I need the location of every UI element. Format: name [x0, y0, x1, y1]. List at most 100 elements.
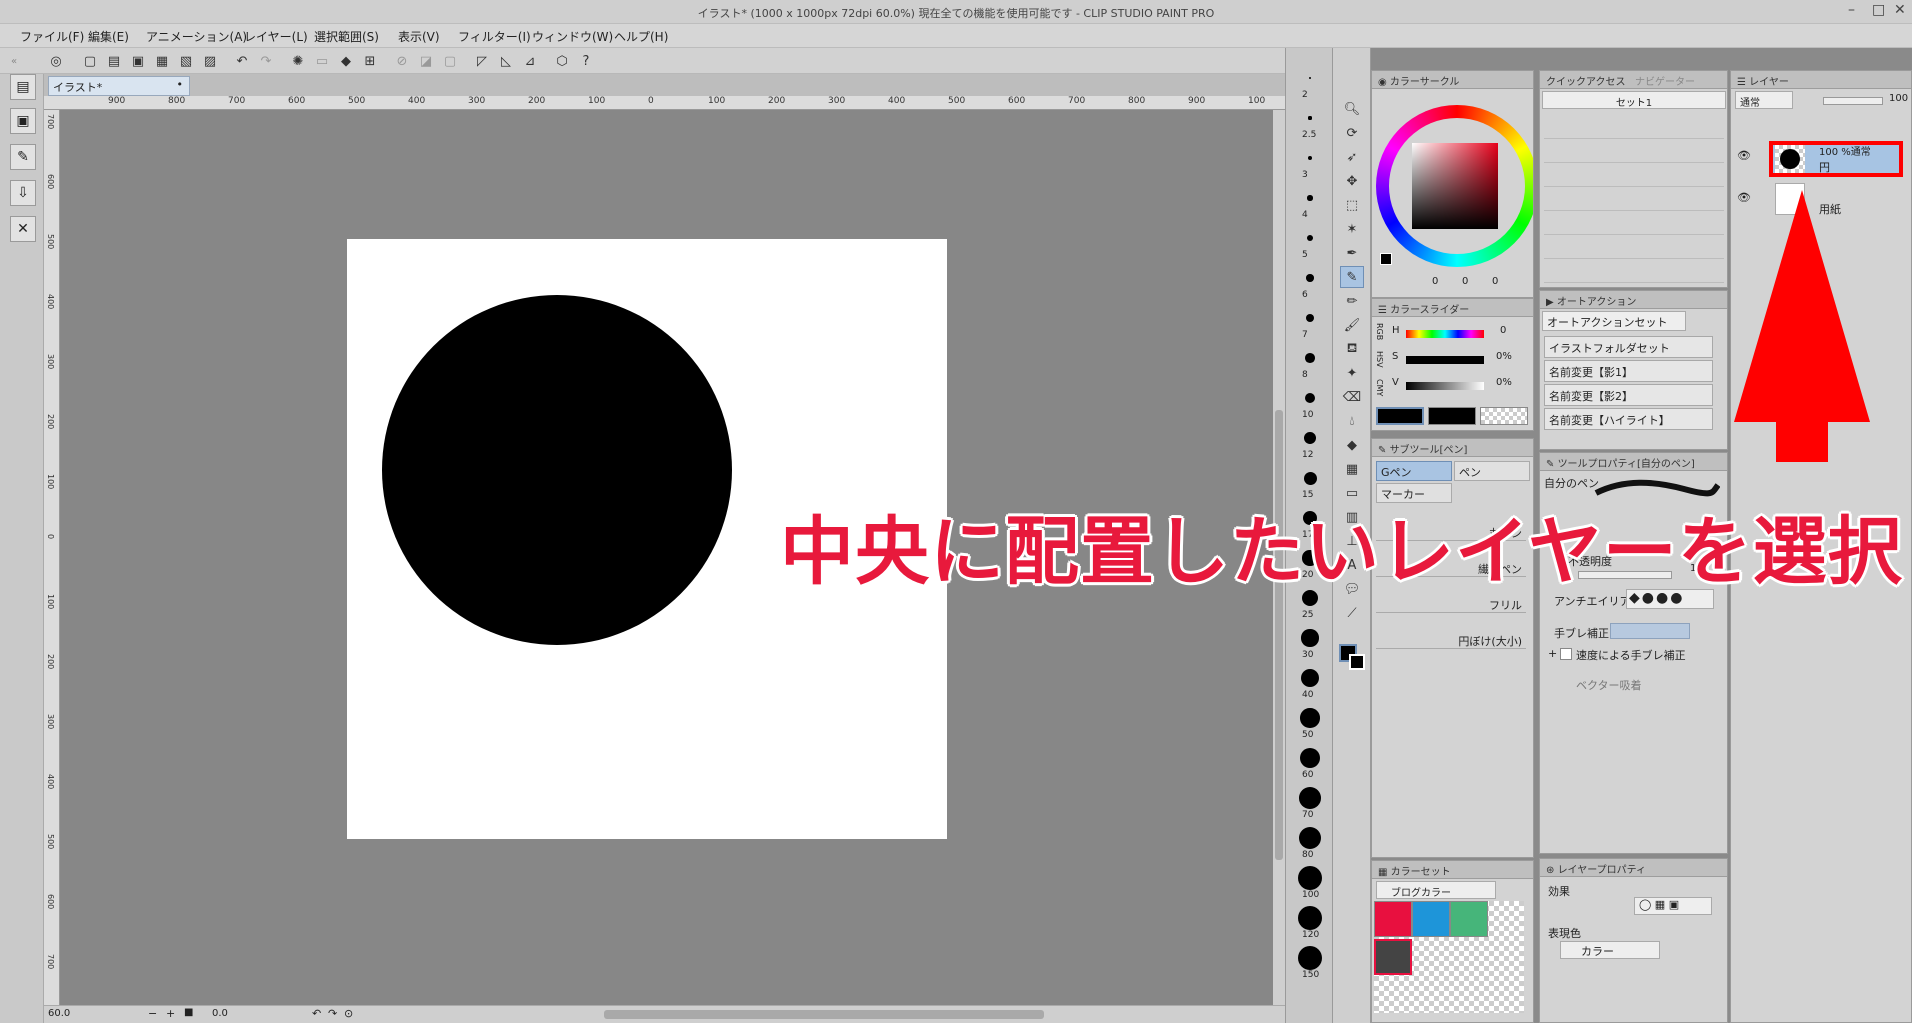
move-layer-tool-icon[interactable]: ✥ — [1340, 170, 1364, 192]
close-icon[interactable]: ✕ — [1894, 2, 1906, 18]
brush-size-dot[interactable] — [1305, 313, 1315, 323]
circle-layer-content[interactable] — [382, 295, 732, 645]
auto-action-item[interactable]: 名前変更【ハイライト】 — [1544, 408, 1713, 430]
auto-select-tool-icon[interactable]: ✶ — [1340, 218, 1364, 240]
swatch-red[interactable] — [1374, 901, 1412, 937]
h-value[interactable]: 0 — [1500, 325, 1506, 336]
tab-close-icon[interactable]: • — [177, 78, 184, 91]
mode-cmy-tab[interactable]: CMY — [1375, 379, 1384, 396]
layer-row-circle[interactable]: 👁︎ 100 %通常 円 — [1731, 137, 1911, 179]
visibility-eye-icon[interactable]: 👁︎ — [1737, 149, 1751, 162]
speed-stab-checkbox[interactable] — [1560, 648, 1572, 660]
decoration-tool-icon[interactable]: ✦ — [1340, 362, 1364, 384]
brush-size-dot[interactable] — [1301, 629, 1319, 647]
quick-access-tab[interactable]: クイックアクセス — [1546, 77, 1626, 88]
show-selection-icon[interactable]: ▢ — [440, 51, 460, 71]
export-icon[interactable]: ▦ — [152, 51, 172, 71]
menu-help[interactable]: ヘルプ(H) — [614, 28, 668, 45]
brush-size-dot[interactable] — [1308, 116, 1312, 120]
brush-size-dot[interactable] — [1306, 274, 1314, 282]
deselect-icon[interactable]: ⊘ — [392, 51, 412, 71]
zoom-value[interactable]: 60.0 — [48, 1008, 70, 1019]
open-icon[interactable]: ▤ — [104, 51, 124, 71]
sub-color-swatch[interactable] — [1349, 654, 1365, 670]
brush-size-dot[interactable] — [1306, 234, 1314, 242]
color-set-dropdown[interactable]: ブログカラー — [1376, 881, 1496, 899]
zoom-out-icon[interactable]: − — [148, 1007, 157, 1020]
scroll-thumb[interactable] — [1275, 410, 1283, 860]
brush-size-dot[interactable] — [1298, 906, 1322, 930]
menu-selection[interactable]: 選択範囲(S) — [314, 28, 379, 45]
document-tab[interactable]: イラスト* • — [48, 76, 190, 96]
brush-size-dot[interactable] — [1307, 155, 1313, 161]
auto-action-item[interactable]: イラストフォルダセット — [1544, 336, 1713, 358]
clip-studio-icon[interactable]: ◎ — [46, 51, 66, 71]
pen-tool-icon[interactable]: ✎ — [1340, 266, 1364, 288]
auto-action-item[interactable]: 名前変更【影2】 — [1544, 384, 1713, 406]
edit-document-icon[interactable]: ✎ — [10, 144, 36, 170]
3d-icon[interactable]: ⬡ — [552, 51, 572, 71]
brush-size-dot[interactable] — [1298, 946, 1322, 970]
brush-size-dot[interactable] — [1307, 195, 1313, 201]
saturation-value-box[interactable] — [1412, 143, 1498, 229]
quick-access-grid[interactable] — [1544, 115, 1724, 285]
grid-snap-icon[interactable]: ⊿ — [520, 51, 540, 71]
mode-rgb-tab[interactable]: RGB — [1375, 323, 1384, 340]
new-file-icon[interactable]: ▢ — [80, 51, 100, 71]
effect-buttons[interactable]: ◯ ▦ ▣ — [1634, 897, 1712, 915]
quick-access-set-dropdown[interactable]: セット1 — [1542, 91, 1726, 109]
ruler-snap-icon[interactable]: ◸ — [472, 51, 492, 71]
angle-value[interactable]: 0.0 — [212, 1008, 228, 1019]
s-slider[interactable] — [1406, 356, 1484, 364]
menu-filter[interactable]: フィルター(I) — [458, 28, 531, 45]
gradient-tool-icon[interactable]: ▦ — [1340, 458, 1364, 480]
redo-icon[interactable]: ↷ — [256, 51, 276, 71]
expand-icon[interactable]: + — [1548, 647, 1557, 660]
layer-opacity-value[interactable]: 100 — [1889, 93, 1908, 104]
menu-animation[interactable]: アニメーション(A) — [146, 28, 247, 45]
pencil-tool-icon[interactable]: ✏ — [1340, 290, 1364, 312]
layer-opacity-slider[interactable] — [1823, 97, 1883, 105]
open-document-icon[interactable]: ▣ — [10, 108, 36, 134]
menu-layer[interactable]: レイヤー(L) — [244, 28, 308, 45]
invert-selection-icon[interactable]: ◪ — [416, 51, 436, 71]
correct-line-tool-icon[interactable]: ⟋ — [1340, 602, 1364, 624]
blend-tool-icon[interactable]: 💧︎ — [1340, 410, 1364, 432]
export-psd-icon[interactable]: ▨ — [200, 51, 220, 71]
brush-size-dot[interactable] — [1298, 866, 1322, 890]
fill-icon[interactable]: ◆ — [336, 51, 356, 71]
menu-file[interactable]: ファイル(F) — [20, 28, 84, 45]
auto-action-item[interactable]: 名前変更【影1】 — [1544, 360, 1713, 382]
auto-action-set-dropdown[interactable]: オートアクションセット — [1542, 311, 1686, 331]
clear-icon[interactable]: ▭ — [312, 51, 332, 71]
brush-size-dot[interactable] — [1309, 77, 1311, 79]
zoom-tool-icon[interactable]: 🔍︎ — [1340, 98, 1364, 120]
transparent-preview[interactable] — [1480, 407, 1528, 425]
v-value[interactable]: 0% — [1496, 377, 1512, 388]
fit-icon[interactable]: ■ — [184, 1007, 193, 1018]
navigator-tab[interactable]: ナビゲーター — [1635, 77, 1695, 88]
move-tool-icon[interactable]: ⟳ — [1340, 122, 1364, 144]
operation-tool-icon[interactable]: ➶ — [1340, 146, 1364, 168]
brush-size-dot[interactable] — [1300, 668, 1320, 688]
collapse-icon[interactable]: « — [4, 51, 24, 71]
zoom-in-icon[interactable]: + — [166, 1007, 175, 1020]
export-png-icon[interactable]: ▧ — [176, 51, 196, 71]
new-document-icon[interactable]: ▤ — [10, 74, 36, 100]
rotate-right-icon[interactable]: ↷ — [328, 1007, 337, 1020]
mode-hsv-tab[interactable]: HSV — [1375, 351, 1384, 368]
swatch-dark-gray[interactable] — [1374, 939, 1412, 975]
eraser-tool-icon[interactable]: ⌫ — [1340, 386, 1364, 408]
loading-icon[interactable]: ✺ — [288, 51, 308, 71]
import-icon[interactable]: ⇩ — [10, 180, 36, 206]
stabilization-slider[interactable] — [1610, 623, 1690, 639]
reset-rotation-icon[interactable]: ⊙ — [344, 1007, 353, 1020]
brush-size-dot[interactable] — [1299, 787, 1321, 809]
special-ruler-snap-icon[interactable]: ◺ — [496, 51, 516, 71]
main-color-preview[interactable] — [1376, 407, 1424, 425]
exit-icon[interactable]: ✕ — [10, 216, 36, 242]
undo-icon[interactable]: ↶ — [232, 51, 252, 71]
v-slider[interactable] — [1406, 382, 1484, 390]
eyedropper-tool-icon[interactable]: ✒ — [1340, 242, 1364, 264]
selection-tool-icon[interactable]: ⬚ — [1340, 194, 1364, 216]
